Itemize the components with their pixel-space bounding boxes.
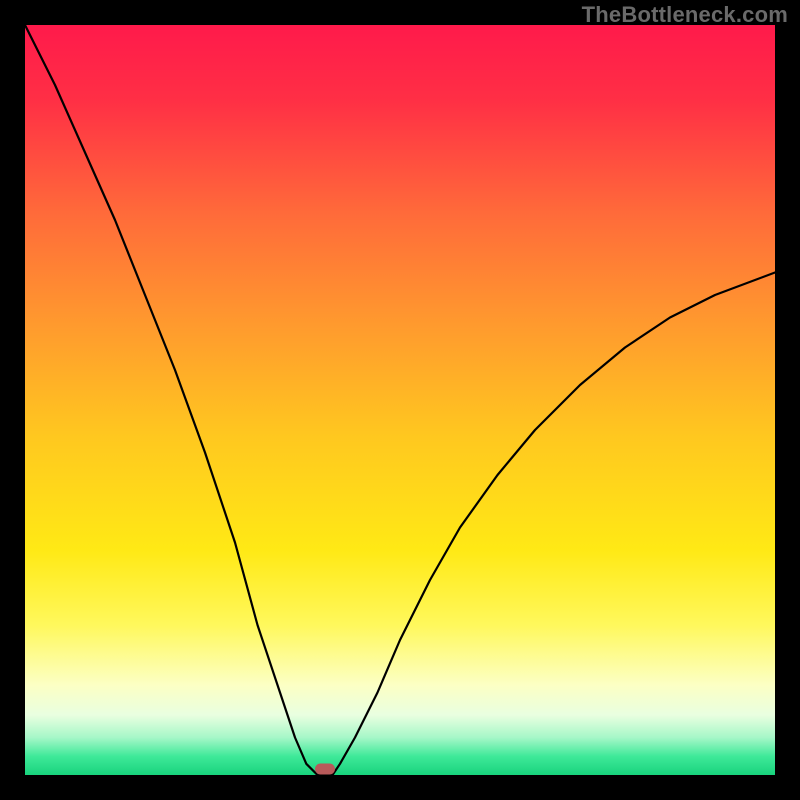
- plot-area: [25, 25, 775, 775]
- plot-svg: [25, 25, 775, 775]
- optimal-point-marker: [315, 764, 335, 775]
- chart-frame: TheBottleneck.com: [0, 0, 800, 800]
- watermark-text: TheBottleneck.com: [582, 2, 788, 28]
- gradient-background: [25, 25, 775, 775]
